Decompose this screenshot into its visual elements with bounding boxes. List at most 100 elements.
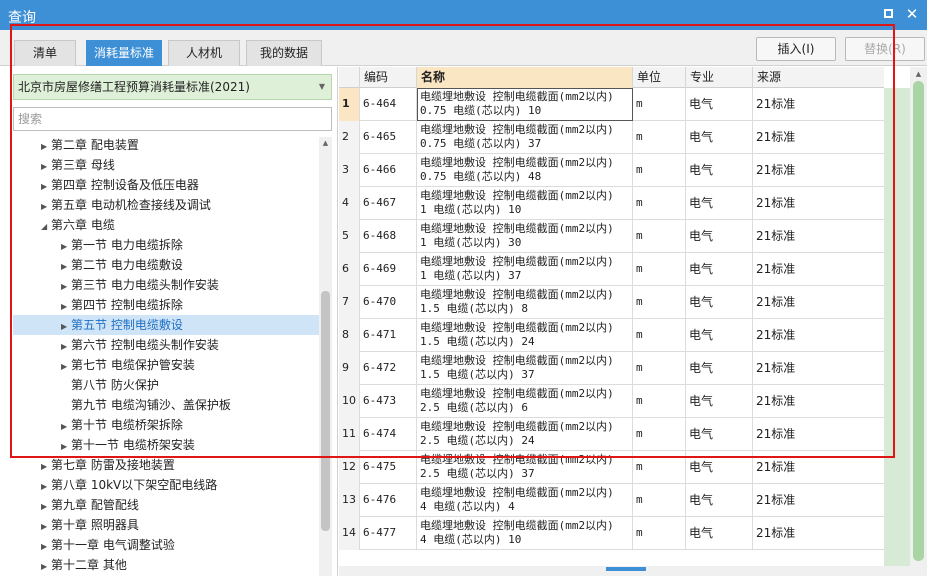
cell-name[interactable]: 电缆埋地敷设 控制电缆截面(mm2以内) 0.75 电缆(芯以内) 48 [417,154,633,187]
cell-name[interactable]: 电缆埋地敷设 控制电缆截面(mm2以内) 2.5 电缆(芯以内) 37 [417,451,633,484]
expand-icon[interactable]: ▶ [41,157,51,177]
cell-code[interactable]: 6-476 [360,484,417,517]
tree-item[interactable]: ▶ 第二节 电力电缆敷设 [13,255,319,275]
tree-item[interactable]: ▶ 第十一节 电缆桥架安装 [13,435,319,455]
cell-code[interactable]: 6-466 [360,154,417,187]
standard-selector[interactable]: 北京市房屋修缮工程预算消耗量标准(2021) ▼ [13,74,332,100]
cell-name[interactable]: 电缆埋地敷设 控制电缆截面(mm2以内) 1.5 电缆(芯以内) 24 [417,319,633,352]
expand-icon[interactable]: ▶ [41,477,51,497]
expand-icon[interactable]: ▶ [41,557,51,576]
cell-source[interactable]: 21标准 [753,451,884,484]
cell-name[interactable]: 电缆埋地敷设 控制电缆截面(mm2以内) 0.75 电缆(芯以内) 37 [417,121,633,154]
table-row[interactable]: 12 6-475 电缆埋地敷设 控制电缆截面(mm2以内) 2.5 电缆(芯以内) 3… [339,451,884,484]
expand-icon[interactable]: ▶ [41,457,51,477]
header-source[interactable]: 来源 [753,67,884,88]
tree-item[interactable]: ▶ 第十节 电缆桥架拆除 [13,415,319,435]
header-name[interactable]: 名称 [417,67,633,88]
table-row[interactable]: 4 6-467 电缆埋地敷设 控制电缆截面(mm2以内) 1 电缆(芯以内) 10 m 电… [339,187,884,220]
cell-unit[interactable]: m [633,286,686,319]
cell-code[interactable]: 6-474 [360,418,417,451]
cell-code[interactable]: 6-472 [360,352,417,385]
tree-item[interactable]: ▶ 第七节 电缆保护管安装 [13,355,319,375]
tree-item[interactable]: ▶ 第十章 照明器具 [13,515,319,535]
tree-item[interactable]: ▶ 第三章 母线 [13,155,319,175]
cell-specialty[interactable]: 电气 [686,187,753,220]
table-row[interactable]: 11 6-474 电缆埋地敷设 控制电缆截面(mm2以内) 2.5 电缆(芯以内) 2… [339,418,884,451]
grid-scrollbar-thumb[interactable] [913,81,924,561]
cell-code[interactable]: 6-475 [360,451,417,484]
cell-unit[interactable]: m [633,88,686,121]
cell-name[interactable]: 电缆埋地敷设 控制电缆截面(mm2以内) 2.5 电缆(芯以内) 24 [417,418,633,451]
maximize-icon[interactable] [879,5,897,23]
tree-scrollbar[interactable]: ▲ [319,137,332,576]
cell-source[interactable]: 21标准 [753,385,884,418]
insert-button[interactable]: 插入(I) [756,37,836,61]
collapse-icon[interactable]: ◢ [41,217,51,237]
cell-specialty[interactable]: 电气 [686,451,753,484]
tree-item[interactable]: ▶ 第二章 配电装置 [13,135,319,155]
cell-unit[interactable]: m [633,253,686,286]
cell-specialty[interactable]: 电气 [686,385,753,418]
table-row[interactable]: 5 6-468 电缆埋地敷设 控制电缆截面(mm2以内) 1 电缆(芯以内) 30 m 电… [339,220,884,253]
expand-icon[interactable]: ▶ [61,437,71,457]
chevron-down-icon[interactable]: ▼ [319,75,325,99]
cell-name[interactable]: 电缆埋地敷设 控制电缆截面(mm2以内) 1.5 电缆(芯以内) 8 [417,286,633,319]
cell-code[interactable]: 6-467 [360,187,417,220]
cell-code[interactable]: 6-471 [360,319,417,352]
table-row[interactable]: 14 6-477 电缆埋地敷设 控制电缆截面(mm2以内) 4 电缆(芯以内) 10 m… [339,517,884,550]
horizontal-scroll-indicator[interactable] [606,567,646,571]
horizontal-scrollbar[interactable] [339,566,910,576]
cell-name[interactable]: 电缆埋地敷设 控制电缆截面(mm2以内) 1 电缆(芯以内) 10 [417,187,633,220]
expand-icon[interactable]: ▶ [61,237,71,257]
cell-source[interactable]: 21标准 [753,187,884,220]
scroll-up-icon[interactable]: ▲ [910,67,927,81]
table-row[interactable]: 1 6-464 电缆埋地敷设 控制电缆截面(mm2以内) 0.75 电缆(芯以内) 1… [339,88,884,121]
cell-specialty[interactable]: 电气 [686,484,753,517]
grid-scrollbar[interactable]: ▲ [910,67,927,576]
cell-source[interactable]: 21标准 [753,352,884,385]
tree-item[interactable]: ▶ 第十二章 其他 [13,555,319,575]
table-row[interactable]: 6 6-469 电缆埋地敷设 控制电缆截面(mm2以内) 1 电缆(芯以内) 37 m 电… [339,253,884,286]
cell-code[interactable]: 6-468 [360,220,417,253]
header-specialty[interactable]: 专业 [686,67,753,88]
cell-code[interactable]: 6-469 [360,253,417,286]
expand-icon[interactable]: ▶ [61,317,71,337]
tree-item[interactable]: ▶ 第五节 控制电缆敷设 [13,315,319,335]
tree-item[interactable]: ◢ 第六章 电缆 [13,215,319,235]
table-row[interactable]: 13 6-476 电缆埋地敷设 控制电缆截面(mm2以内) 4 电缆(芯以内) 4m电… [339,484,884,517]
cell-specialty[interactable]: 电气 [686,517,753,550]
cell-name[interactable]: 电缆埋地敷设 控制电缆截面(mm2以内) 4 电缆(芯以内) 10 [417,517,633,550]
table-row[interactable]: 9 6-472 电缆埋地敷设 控制电缆截面(mm2以内) 1.5 电缆(芯以内) 37… [339,352,884,385]
cell-source[interactable]: 21标准 [753,484,884,517]
expand-icon[interactable]: ▶ [41,137,51,157]
cell-name[interactable]: 电缆埋地敷设 控制电缆截面(mm2以内) 1 电缆(芯以内) 30 [417,220,633,253]
cell-code[interactable]: 6-470 [360,286,417,319]
tab-labor-material-machine[interactable]: 人材机 [168,40,240,66]
tree-item[interactable]: ▶ 第四章 控制设备及低压电器 [13,175,319,195]
cell-unit[interactable]: m [633,319,686,352]
cell-code[interactable]: 6-465 [360,121,417,154]
cell-name[interactable]: 电缆埋地敷设 控制电缆截面(mm2以内) 0.75 电缆(芯以内) 10 [417,88,633,121]
close-icon[interactable]: ✕ [903,5,921,23]
tab-consumption-standard[interactable]: 消耗量标准 [86,40,162,66]
cell-unit[interactable]: m [633,385,686,418]
tree-item[interactable]: 第九节 电缆沟铺沙、盖保护板 [13,395,319,415]
cell-name[interactable]: 电缆埋地敷设 控制电缆截面(mm2以内) 1.5 电缆(芯以内) 37 [417,352,633,385]
cell-specialty[interactable]: 电气 [686,88,753,121]
replace-button[interactable]: 替换(R) [845,37,925,61]
scroll-up-icon[interactable]: ▲ [319,137,332,150]
cell-unit[interactable]: m [633,352,686,385]
cell-source[interactable]: 21标准 [753,319,884,352]
tree-item[interactable]: ▶ 第五章 电动机检查接线及调试 [13,195,319,215]
expand-icon[interactable]: ▶ [61,357,71,377]
cell-code[interactable]: 6-473 [360,385,417,418]
tree-item[interactable]: ▶ 第六节 控制电缆头制作安装 [13,335,319,355]
cell-specialty[interactable]: 电气 [686,220,753,253]
cell-source[interactable]: 21标准 [753,121,884,154]
tab-my-data[interactable]: 我的数据 [246,40,322,66]
tree-item[interactable]: ▶ 第一节 电力电缆拆除 [13,235,319,255]
tree-item[interactable]: ▶ 第十一章 电气调整试验 [13,535,319,555]
header-unit[interactable]: 单位 [633,67,686,88]
table-row[interactable]: 7 6-470 电缆埋地敷设 控制电缆截面(mm2以内) 1.5 电缆(芯以内) 8m… [339,286,884,319]
expand-icon[interactable]: ▶ [41,497,51,517]
